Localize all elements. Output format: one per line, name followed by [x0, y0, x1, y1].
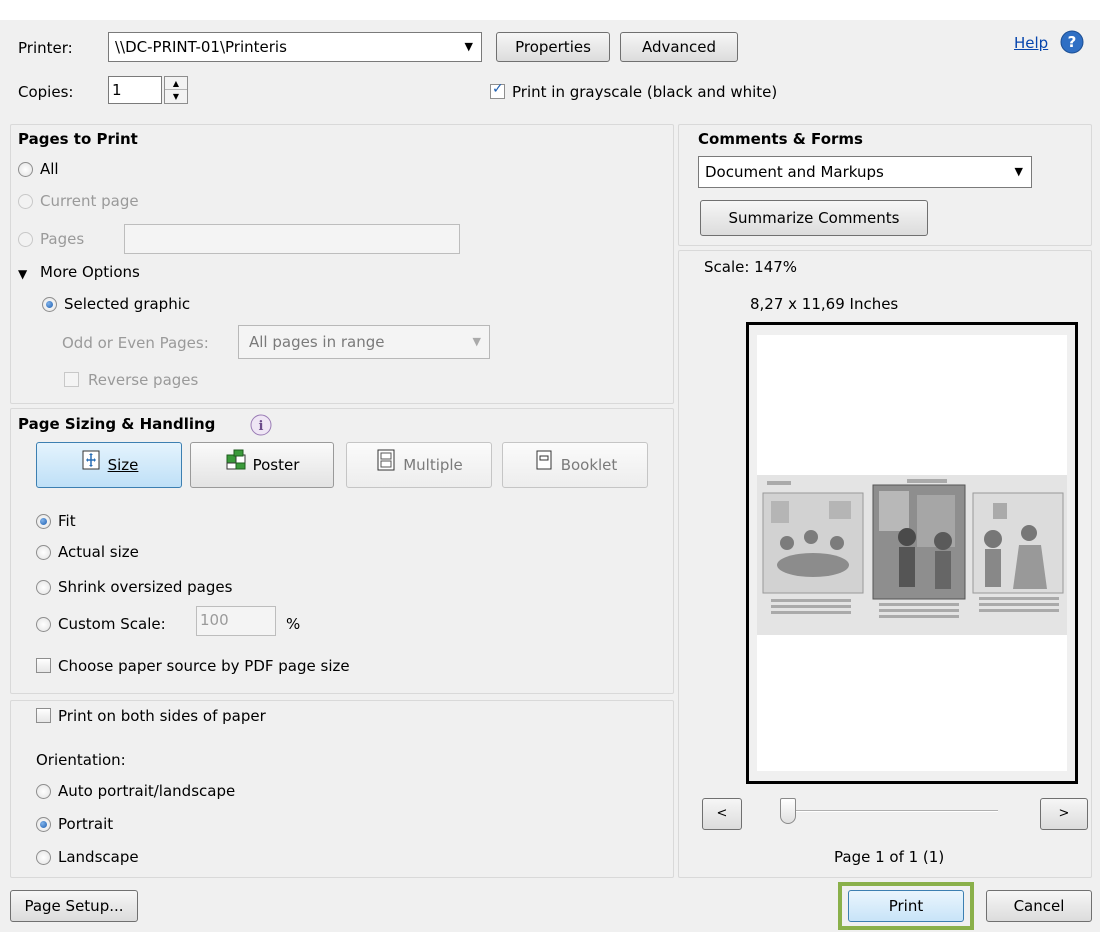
radio-fit-label: Fit	[58, 512, 76, 530]
both-sides-checkbox[interactable]	[36, 708, 51, 723]
custom-scale-input[interactable]: 100	[196, 606, 276, 636]
both-sides-label: Print on both sides of paper	[58, 707, 266, 725]
pages-to-print-title: Pages to Print	[18, 130, 138, 148]
radio-actual-size[interactable]	[36, 545, 51, 560]
preview-comic-image	[757, 475, 1067, 635]
page-status: Page 1 of 1 (1)	[834, 848, 945, 866]
pages-range-input[interactable]	[124, 224, 460, 254]
copies-stepper[interactable]: ▲ ▼	[164, 76, 188, 104]
svg-text:?: ?	[1068, 33, 1077, 51]
page-slider-track[interactable]	[788, 810, 998, 812]
radio-selected-graphic[interactable]	[42, 297, 57, 312]
scale-readout: Scale: 147%	[704, 258, 798, 276]
radio-selected-graphic-label: Selected graphic	[64, 295, 191, 313]
booklet-mode-button[interactable]: Booklet	[502, 442, 648, 488]
copies-input[interactable]: 1	[108, 76, 162, 104]
printer-label: Printer:	[18, 39, 73, 57]
booklet-mode-label: Booklet	[560, 456, 618, 474]
poster-icon	[225, 444, 247, 488]
radio-current-page-label: Current page	[40, 192, 139, 210]
advanced-button[interactable]: Advanced	[620, 32, 738, 62]
help-link[interactable]: Help	[1014, 33, 1048, 53]
radio-fit[interactable]	[36, 514, 51, 529]
multiple-icon	[375, 444, 397, 488]
paper-source-checkbox[interactable]	[36, 658, 51, 673]
odd-even-select[interactable]: All pages in range ▼	[238, 325, 490, 359]
radio-landscape-label: Landscape	[58, 848, 139, 866]
radio-shrink-oversized[interactable]	[36, 580, 51, 595]
triangle-down-icon[interactable]: ▼	[18, 264, 27, 284]
printer-select[interactable]: \\DC-PRINT-01\Printeris ▼	[108, 32, 482, 62]
odd-even-value: All pages in range	[249, 333, 385, 351]
radio-shrink-oversized-label: Shrink oversized pages	[58, 578, 233, 596]
page-setup-button[interactable]: Page Setup...	[10, 890, 138, 922]
radio-all[interactable]	[18, 162, 33, 177]
radio-pages[interactable]	[18, 232, 33, 247]
radio-actual-size-label: Actual size	[58, 543, 139, 561]
properties-button[interactable]: Properties	[496, 32, 610, 62]
radio-pages-label: Pages	[40, 230, 85, 248]
preview-page	[757, 335, 1067, 771]
radio-all-label: All	[40, 160, 59, 178]
next-page-button[interactable]: >	[1040, 798, 1088, 830]
multiple-mode-label: Multiple	[403, 456, 463, 474]
summarize-comments-button[interactable]: Summarize Comments	[700, 200, 928, 236]
preview-page-content	[757, 475, 1067, 635]
booklet-icon	[533, 444, 555, 488]
preview-frame	[746, 322, 1078, 784]
size-icon	[80, 444, 102, 488]
chevron-down-icon: ▼	[464, 40, 473, 53]
radio-landscape[interactable]	[36, 850, 51, 865]
print-dialog: Printer: \\DC-PRINT-01\Printeris ▼ Prope…	[0, 0, 1100, 932]
printer-select-value: \\DC-PRINT-01\Printeris	[115, 38, 287, 56]
poster-mode-label: Poster	[252, 456, 300, 474]
odd-even-label: Odd or Even Pages:	[62, 334, 209, 352]
percent-label: %	[286, 615, 301, 633]
comments-forms-select[interactable]: Document and Markups ▼	[698, 156, 1032, 188]
prev-page-button[interactable]: <	[702, 798, 742, 830]
radio-custom-scale[interactable]	[36, 617, 51, 632]
grayscale-checkbox[interactable]	[490, 81, 505, 99]
orientation-label: Orientation:	[36, 751, 126, 769]
top-strip	[0, 0, 1100, 20]
reverse-pages-label: Reverse pages	[88, 371, 199, 389]
radio-current-page[interactable]	[18, 194, 33, 209]
page-slider-thumb[interactable]	[780, 798, 796, 824]
stepper-down-icon[interactable]: ▼	[165, 90, 187, 103]
radio-auto-orientation[interactable]	[36, 784, 51, 799]
cancel-button[interactable]: Cancel	[986, 890, 1092, 922]
radio-custom-scale-label: Custom Scale:	[58, 615, 166, 633]
paper-source-label: Choose paper source by PDF page size	[58, 657, 350, 675]
radio-portrait[interactable]	[36, 817, 51, 832]
print-button[interactable]: Print	[848, 890, 964, 922]
radio-portrait-label: Portrait	[58, 815, 114, 833]
stepper-up-icon[interactable]: ▲	[165, 77, 187, 90]
chevron-down-icon: ▼	[472, 335, 481, 348]
info-icon[interactable]: i	[250, 414, 272, 440]
paper-dimensions: 8,27 x 11,69 Inches	[750, 295, 899, 313]
help-icon[interactable]: ?	[1060, 30, 1084, 58]
reverse-pages-checkbox[interactable]	[64, 372, 79, 387]
poster-mode-button[interactable]: Poster	[190, 442, 334, 488]
radio-auto-orientation-label: Auto portrait/landscape	[58, 782, 236, 800]
more-options-toggle[interactable]: More Options	[40, 262, 140, 282]
comments-forms-title: Comments & Forms	[698, 130, 863, 148]
copies-label: Copies:	[18, 83, 74, 101]
size-mode-label: Size	[107, 456, 139, 474]
svg-text:i: i	[259, 419, 264, 434]
size-mode-button[interactable]: Size	[36, 442, 182, 488]
grayscale-label: Print in grayscale (black and white)	[512, 83, 778, 101]
chevron-down-icon: ▼	[1014, 165, 1023, 178]
comments-forms-value: Document and Markups	[705, 163, 884, 181]
page-sizing-title: Page Sizing & Handling	[18, 415, 216, 433]
multiple-mode-button[interactable]: Multiple	[346, 442, 492, 488]
